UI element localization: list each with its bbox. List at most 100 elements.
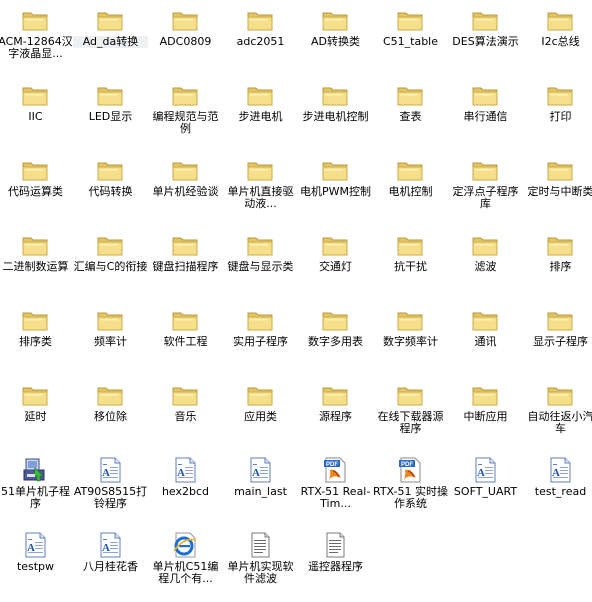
folder-icon	[546, 6, 574, 34]
file-item[interactable]: Ahex2bcd	[148, 452, 223, 527]
file-item[interactable]: 排序类	[0, 302, 73, 377]
file-label: 汇编与C的衔接	[73, 261, 148, 273]
file-item[interactable]: ACM-12864汉字液晶显...	[0, 2, 73, 77]
file-item[interactable]: 步进电机	[223, 77, 298, 152]
file-item[interactable]: ADC0809	[148, 2, 223, 77]
file-item[interactable]: 频率计	[73, 302, 148, 377]
file-item[interactable]: DES算法演示	[448, 2, 523, 77]
file-item[interactable]: 延时	[0, 377, 73, 452]
file-item[interactable]: 编程规范与范例	[148, 77, 223, 152]
document-icon: A	[21, 531, 49, 559]
folder-icon	[171, 156, 199, 184]
file-item[interactable]: 交通灯	[298, 227, 373, 302]
file-label: hex2bcd	[161, 486, 210, 498]
file-item[interactable]: LED显示	[73, 77, 148, 152]
folder-icon	[96, 81, 124, 109]
file-label: C51_table	[382, 36, 439, 48]
file-item[interactable]: 软件工程	[148, 302, 223, 377]
file-label: 遥控器程序	[308, 561, 363, 573]
file-item[interactable]: 键盘扫描程序	[148, 227, 223, 302]
file-item[interactable]: 打印	[523, 77, 592, 152]
file-item[interactable]: 移位除	[73, 377, 148, 452]
file-item[interactable]: 滤波	[448, 227, 523, 302]
file-item[interactable]: 遥控器程序	[298, 527, 373, 602]
pdf-icon: PDF	[321, 456, 349, 484]
file-item[interactable]: Ad_da转换	[73, 2, 148, 77]
file-item[interactable]: 51单片机子程序	[0, 452, 73, 527]
folder-icon	[21, 231, 49, 259]
file-item[interactable]: 步进电机控制	[298, 77, 373, 152]
file-item[interactable]: 中断应用	[448, 377, 523, 452]
document-icon: A	[546, 456, 574, 484]
file-label: 中断应用	[463, 411, 508, 423]
ie-icon	[171, 531, 199, 559]
file-item[interactable]: 源程序	[298, 377, 373, 452]
file-label: ACM-12864汉字液晶显...	[0, 36, 73, 60]
file-item[interactable]: IIC	[0, 77, 73, 152]
file-label: 单片机实现软件滤波	[227, 561, 294, 585]
file-item[interactable]: 排序	[523, 227, 592, 302]
file-item[interactable]: A SOFT_UART	[448, 452, 523, 527]
file-item[interactable]: 二进制数运算	[0, 227, 73, 302]
file-item[interactable]: 代码运算类	[0, 152, 73, 227]
file-item[interactable]: 单片机实现软件滤波	[223, 527, 298, 602]
file-item[interactable]: 定浮点子程序库	[448, 152, 523, 227]
file-item[interactable]: 电机PWM控制	[298, 152, 373, 227]
document-icon: A	[96, 456, 124, 484]
file-item[interactable]: Amain_last	[223, 452, 298, 527]
file-item[interactable]: 自动往返小汽车	[523, 377, 592, 452]
file-label: 抗干扰	[394, 261, 427, 273]
file-label: 滤波	[474, 261, 497, 273]
file-item[interactable]: 单片机C51编程几个有...	[148, 527, 223, 602]
text-icon	[246, 531, 274, 559]
file-item[interactable]: 数字频率计	[373, 302, 448, 377]
file-item[interactable]: A AT90S8515打铃程序	[73, 452, 148, 527]
file-label: 显示子程序	[533, 336, 588, 348]
folder-icon	[546, 381, 574, 409]
file-item[interactable]: A 八月桂花香	[73, 527, 148, 602]
file-item[interactable]: 单片机经验谈	[148, 152, 223, 227]
folder-icon	[171, 306, 199, 334]
file-item[interactable]: 实用子程序	[223, 302, 298, 377]
file-item[interactable]: 汇编与C的衔接	[73, 227, 148, 302]
file-label: ADC0809	[159, 36, 212, 48]
file-item[interactable]: 通讯	[448, 302, 523, 377]
file-label: 单片机C51编程几个有...	[152, 561, 219, 585]
file-label: 排序	[549, 261, 572, 273]
file-item[interactable]: 音乐	[148, 377, 223, 452]
folder-icon	[171, 231, 199, 259]
pdf-icon: PDF	[396, 456, 424, 484]
file-item[interactable]: PDF RTX-51 Real-Tim...	[298, 452, 373, 527]
file-label: 频率计	[94, 336, 127, 348]
folder-icon	[546, 156, 574, 184]
file-item[interactable]: 数字多用表	[298, 302, 373, 377]
file-label: 键盘扫描程序	[152, 261, 219, 273]
file-item[interactable]: Atestpw	[0, 527, 73, 602]
file-item[interactable]: C51_table	[373, 2, 448, 77]
folder-icon	[21, 6, 49, 34]
file-item[interactable]: 串行通信	[448, 77, 523, 152]
file-label: IIC	[28, 111, 43, 123]
file-item[interactable]: 键盘与显示类	[223, 227, 298, 302]
file-label: 定浮点子程序库	[452, 186, 519, 210]
file-label: 在线下载器源程序	[377, 411, 444, 435]
file-item[interactable]: I2c总线	[523, 2, 592, 77]
file-item[interactable]: PDF RTX-51 实时操作系统	[373, 452, 448, 527]
file-label: 排序类	[19, 336, 52, 348]
folder-icon	[471, 81, 499, 109]
file-item[interactable]: AD转换类	[298, 2, 373, 77]
file-item[interactable]: 查表	[373, 77, 448, 152]
file-item[interactable]: 抗干扰	[373, 227, 448, 302]
folder-icon	[96, 306, 124, 334]
file-item[interactable]: adc2051	[223, 2, 298, 77]
file-item[interactable]: 单片机直接驱动液...	[223, 152, 298, 227]
file-item[interactable]: 在线下载器源程序	[373, 377, 448, 452]
folder-icon	[246, 306, 274, 334]
file-item[interactable]: Atest_read	[523, 452, 592, 527]
file-label: 51单片机子程序	[1, 486, 70, 510]
file-item[interactable]: 代码转换	[73, 152, 148, 227]
file-item[interactable]: 应用类	[223, 377, 298, 452]
file-item[interactable]: 定时与中断类	[523, 152, 592, 227]
file-item[interactable]: 电机控制	[373, 152, 448, 227]
file-item[interactable]: 显示子程序	[523, 302, 592, 377]
